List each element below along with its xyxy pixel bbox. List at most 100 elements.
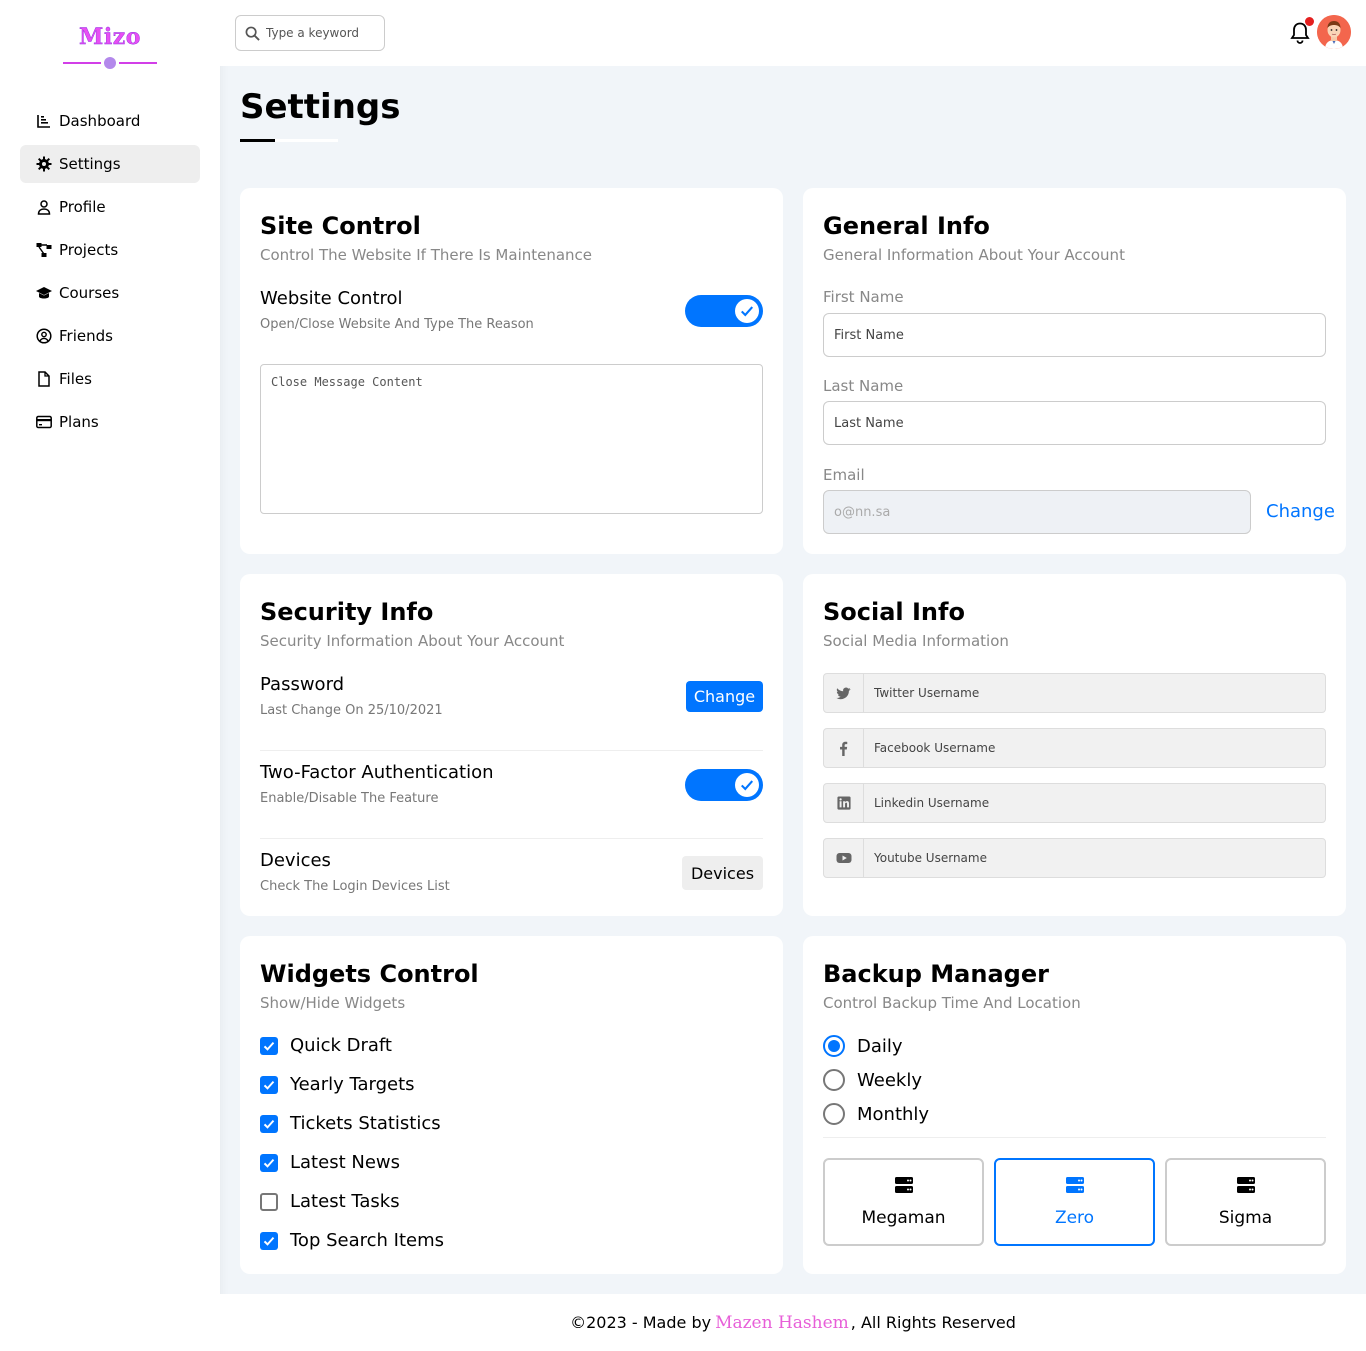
- facebook-username-input[interactable]: [864, 729, 1325, 767]
- radio-unselected[interactable]: [823, 1069, 845, 1091]
- website-control-toggle[interactable]: [685, 295, 763, 327]
- card-title: General Info: [823, 212, 990, 240]
- linkedin-icon: [824, 784, 864, 822]
- search-icon: [245, 26, 260, 41]
- widget-checkbox-yearly-targets[interactable]: Yearly Targets: [260, 1074, 415, 1095]
- divider: [823, 1137, 1326, 1138]
- server-icon: [894, 1177, 913, 1193]
- card-title: Social Info: [823, 598, 965, 626]
- close-message-textarea[interactable]: [260, 364, 763, 514]
- last-name-field[interactable]: [823, 401, 1326, 445]
- server-option-zero[interactable]: Zero: [994, 1158, 1155, 1246]
- widget-checkbox-latest-tasks[interactable]: Latest Tasks: [260, 1191, 400, 1212]
- youtube-field: [823, 838, 1326, 878]
- password-row: Password Last Change On 25/10/2021: [260, 674, 443, 718]
- widget-checkbox-top-search-items[interactable]: Top Search Items: [260, 1230, 444, 1251]
- avatar[interactable]: [1317, 15, 1351, 49]
- diagram-icon: [36, 242, 52, 258]
- social-info-card: Social Info Social Media Information: [803, 574, 1346, 916]
- footer: ©2023 - Made by Mazen Hashem , All Right…: [220, 1294, 1366, 1351]
- card-subtitle: General Information About Your Account: [823, 246, 1125, 264]
- widget-checkbox-quick-draft[interactable]: Quick Draft: [260, 1035, 392, 1056]
- sidebar-item-files[interactable]: Files: [20, 360, 200, 398]
- sidebar-item-profile[interactable]: Profile: [20, 188, 200, 226]
- chart-icon: [36, 113, 52, 129]
- site-control-card: Site Control Control The Website If Ther…: [240, 188, 783, 554]
- sidebar-item-courses[interactable]: Courses: [20, 274, 200, 312]
- widgets-control-card: Widgets Control Show/Hide Widgets Quick …: [240, 936, 783, 1274]
- devices-sub: Check The Login Devices List: [260, 879, 450, 894]
- widget-label: Latest Tasks: [290, 1191, 400, 1212]
- sidebar-item-friends[interactable]: Friends: [20, 317, 200, 355]
- graduation-cap-icon: [36, 285, 52, 301]
- server-option-megaman[interactable]: Megaman: [823, 1158, 984, 1246]
- sidebar-item-label: Settings: [59, 155, 121, 173]
- sidebar-item-label: Files: [59, 370, 92, 388]
- sidebar-item-projects[interactable]: Projects: [20, 231, 200, 269]
- sidebar-item-label: Courses: [59, 284, 120, 302]
- logo-line-left: [63, 62, 101, 64]
- server-icon: [1236, 1177, 1255, 1193]
- two-factor-label: Two-Factor Authentication: [260, 762, 494, 783]
- card-subtitle: Security Information About Your Account: [260, 632, 565, 650]
- sidebar-item-plans[interactable]: Plans: [20, 403, 200, 441]
- widget-checkbox-tickets-statistics[interactable]: Tickets Statistics: [260, 1113, 441, 1134]
- search-box[interactable]: [235, 15, 385, 51]
- radio-unselected[interactable]: [823, 1103, 845, 1125]
- password-sub: Last Change On 25/10/2021: [260, 703, 443, 718]
- file-icon: [36, 371, 52, 387]
- server-option-sigma[interactable]: Sigma: [1165, 1158, 1326, 1246]
- toggle-knob: [735, 773, 759, 797]
- first-name-field[interactable]: [823, 313, 1326, 357]
- email-change-link[interactable]: Change: [1266, 501, 1335, 522]
- youtube-username-input[interactable]: [864, 839, 1325, 877]
- radio-label: Weekly: [857, 1069, 922, 1091]
- logo[interactable]: Mizo: [0, 24, 220, 50]
- footer-author[interactable]: Mazen Hashem: [715, 1313, 849, 1333]
- email-label: Email: [823, 466, 865, 484]
- facebook-field: [823, 728, 1326, 768]
- backup-radio-daily[interactable]: Daily: [823, 1035, 903, 1057]
- radio-selected[interactable]: [823, 1035, 845, 1057]
- widget-label: Top Search Items: [290, 1230, 445, 1251]
- card-subtitle: Control Backup Time And Location: [823, 994, 1081, 1012]
- user-circle-icon: [36, 328, 52, 344]
- checkbox-checked[interactable]: [260, 1231, 278, 1250]
- search-input[interactable]: [266, 26, 376, 40]
- logo-line-right: [119, 62, 157, 64]
- checkbox-checked[interactable]: [260, 1075, 278, 1094]
- credit-card-icon: [36, 414, 52, 430]
- card-subtitle: Social Media Information: [823, 632, 1009, 650]
- devices-button[interactable]: Devices: [682, 856, 763, 890]
- logo-dot: [104, 57, 116, 69]
- server-icon: [1065, 1177, 1084, 1193]
- sidebar-item-settings[interactable]: Settings: [20, 145, 200, 183]
- checkbox-unchecked[interactable]: [260, 1192, 278, 1211]
- backup-radio-weekly[interactable]: Weekly: [823, 1069, 922, 1091]
- sidebar-item-label: Profile: [59, 198, 106, 216]
- checkbox-checked[interactable]: [260, 1036, 278, 1055]
- devices-label: Devices: [260, 850, 331, 871]
- checkbox-checked[interactable]: [260, 1153, 278, 1172]
- password-change-button[interactable]: Change: [686, 681, 763, 712]
- website-control-sub: Open/Close Website And Type The Reason: [260, 317, 534, 332]
- website-control-label: Website Control: [260, 288, 403, 309]
- notification-dot: [1305, 17, 1314, 26]
- backup-radio-monthly[interactable]: Monthly: [823, 1103, 929, 1125]
- facebook-icon: [824, 729, 864, 767]
- widget-label: Quick Draft: [290, 1035, 392, 1056]
- sidebar-item-label: Friends: [59, 327, 113, 345]
- card-title: Security Info: [260, 598, 434, 626]
- toggle-knob: [735, 299, 759, 323]
- sidebar-item-dashboard[interactable]: Dashboard: [20, 102, 200, 140]
- website-control-row: Website Control Open/Close Website And T…: [260, 288, 534, 332]
- two-factor-toggle[interactable]: [685, 769, 763, 801]
- card-subtitle: Show/Hide Widgets: [260, 994, 406, 1012]
- linkedin-username-input[interactable]: [864, 784, 1325, 822]
- widget-checkbox-latest-news[interactable]: Latest News: [260, 1152, 400, 1173]
- footer-suffix: , All Rights Reserved: [850, 1313, 1016, 1332]
- checkbox-checked[interactable]: [260, 1114, 278, 1133]
- server-label: Megaman: [861, 1208, 946, 1228]
- title-underline-dark: [240, 139, 275, 142]
- twitter-username-input[interactable]: [864, 674, 1325, 712]
